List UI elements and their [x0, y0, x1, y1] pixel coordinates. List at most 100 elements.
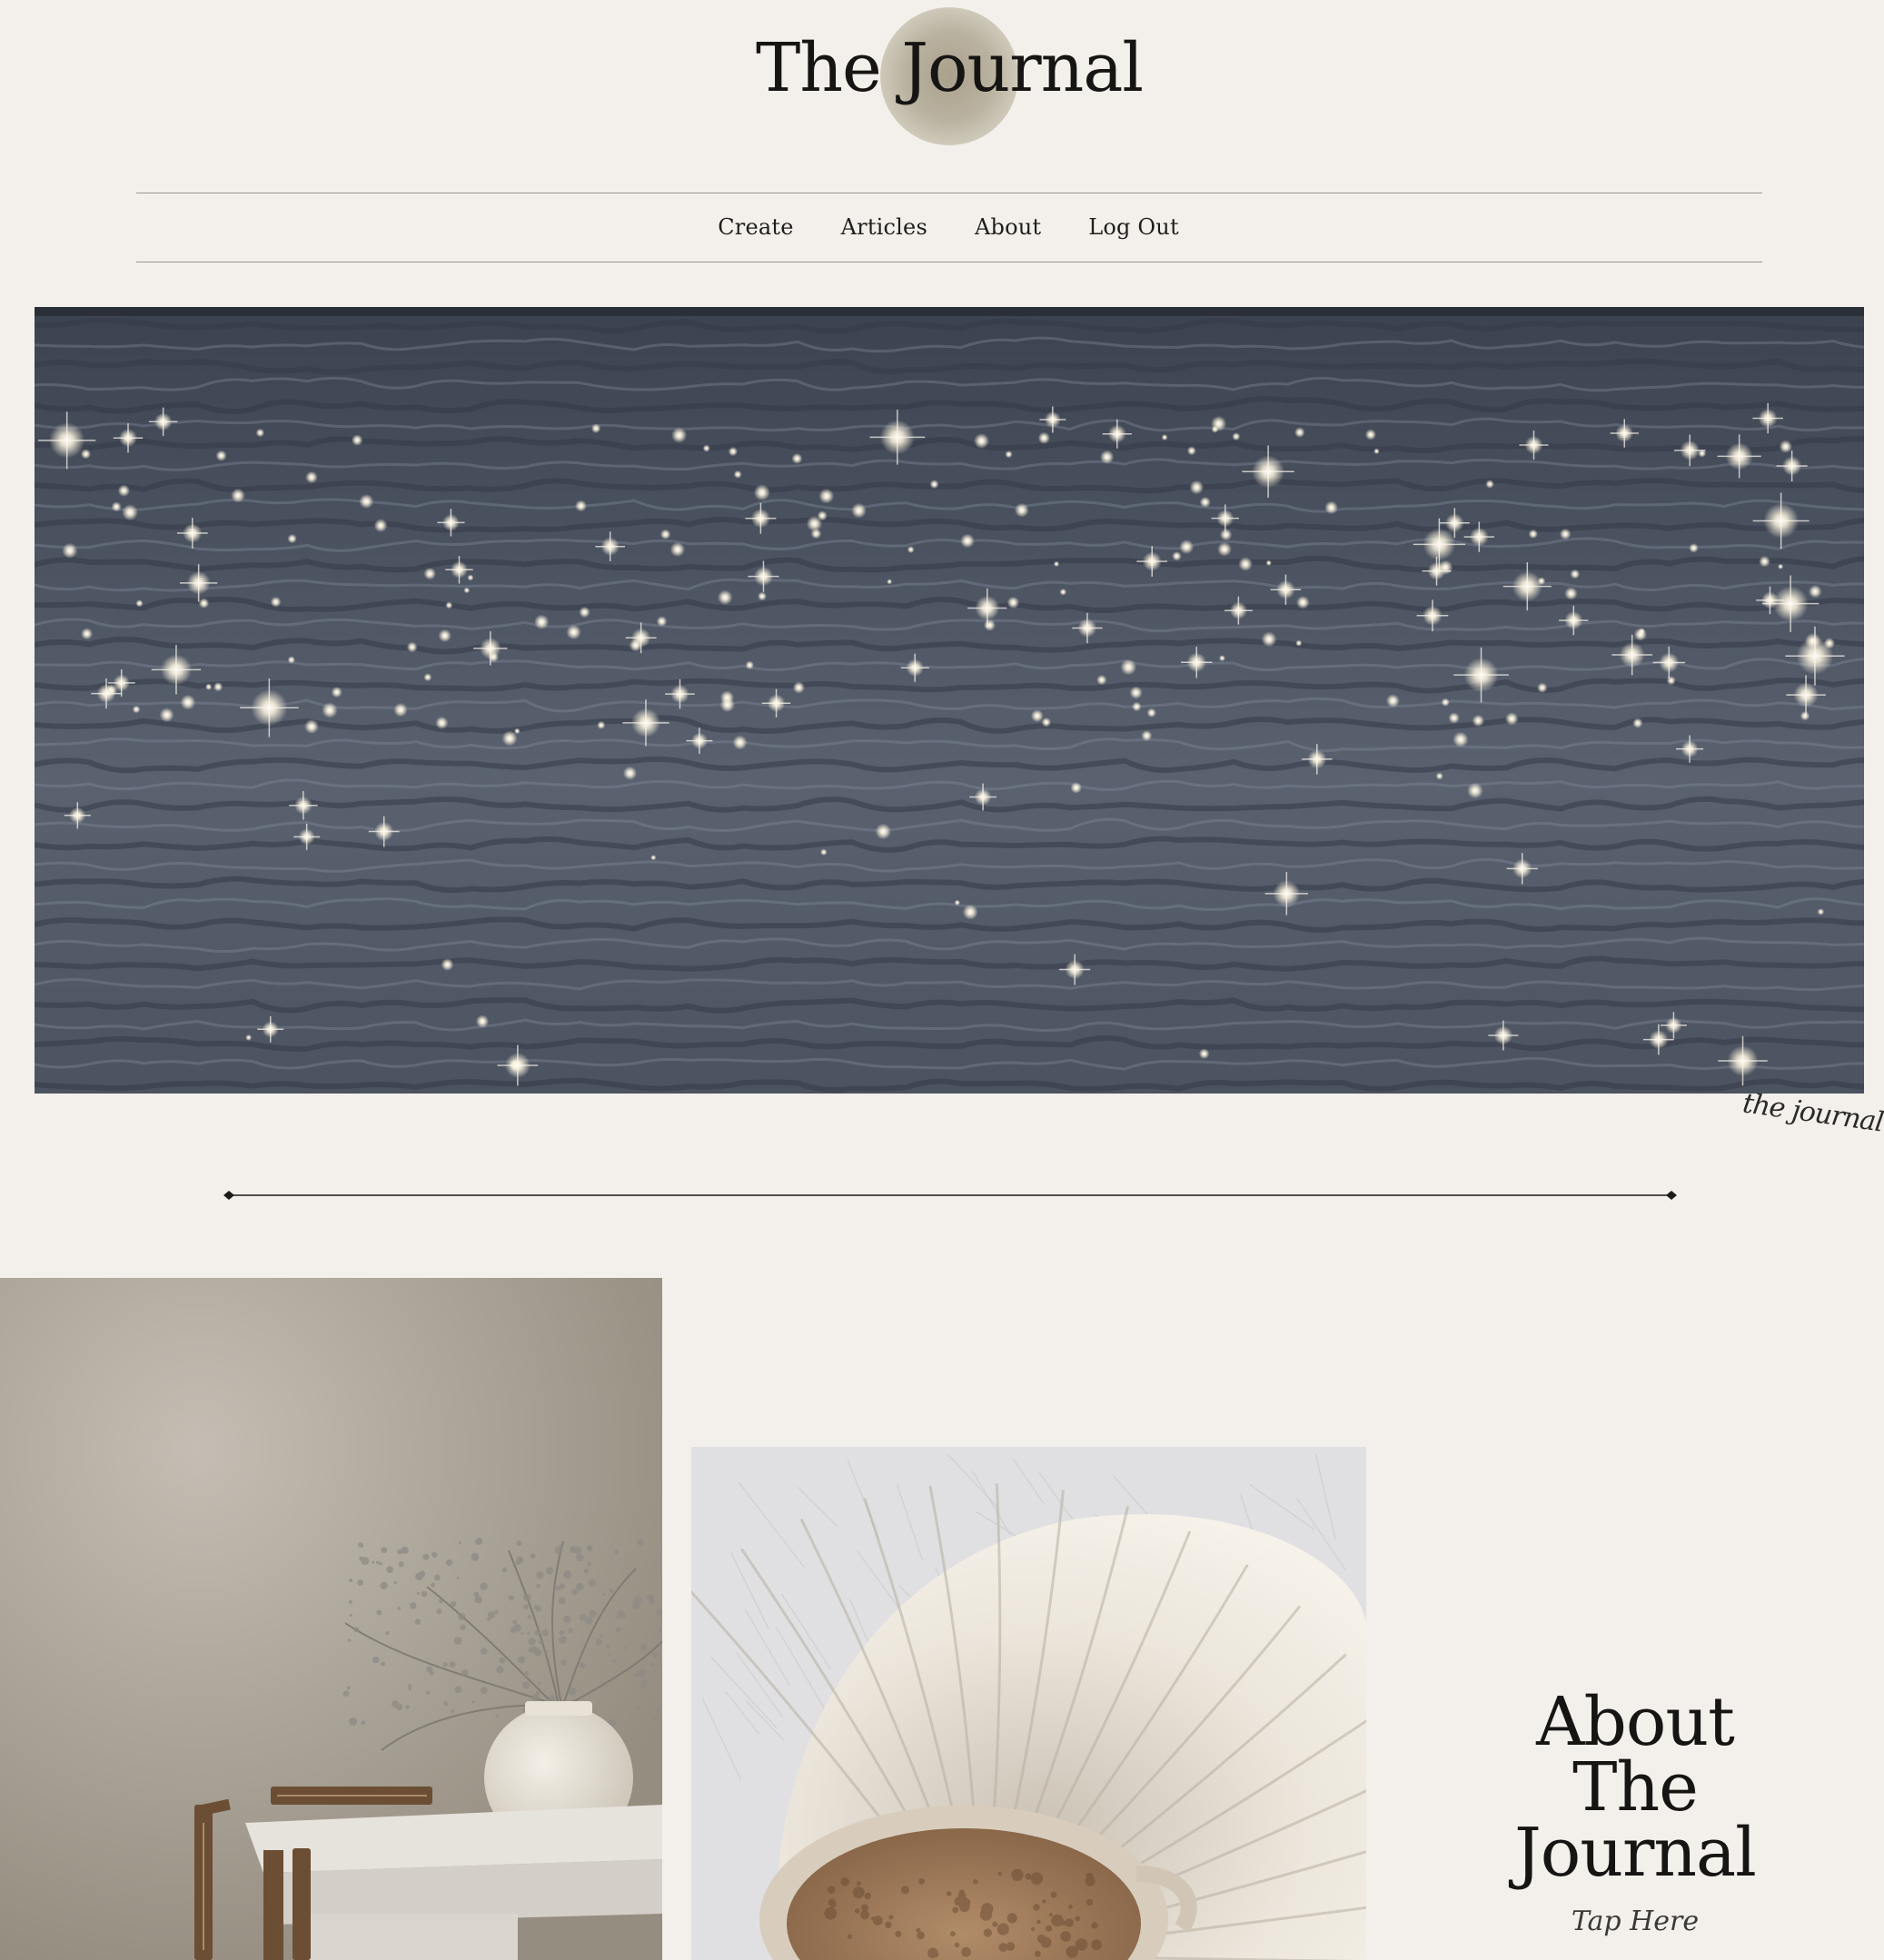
foam-bubble — [981, 1903, 994, 1915]
water-sparkle — [117, 484, 131, 497]
water-sparkle — [875, 823, 892, 840]
wave-line — [35, 517, 1864, 533]
flower-bud — [459, 1541, 462, 1545]
site-title[interactable]: The Journal — [0, 27, 1884, 109]
water-sparkle — [305, 470, 318, 484]
wave-line — [35, 1034, 1864, 1053]
nav-item-create[interactable]: Create — [718, 214, 793, 240]
foam-bubble — [901, 1886, 909, 1895]
water-sparkle — [1238, 557, 1253, 571]
water-sparkle — [929, 480, 939, 490]
water-sparkle — [132, 705, 141, 714]
flower-bud — [512, 1619, 518, 1625]
flower-bud — [456, 1577, 460, 1579]
hero-image — [35, 307, 1864, 1094]
flower-bud — [471, 1552, 480, 1561]
water-sparkle — [1014, 502, 1029, 518]
flower-bud — [346, 1686, 351, 1690]
water-sparkle — [1120, 658, 1137, 676]
water-sparkle — [1186, 446, 1196, 456]
flower-bud — [608, 1653, 610, 1657]
tap-here-link[interactable]: Tap Here — [1453, 1906, 1817, 1937]
foam-bubble — [1031, 1926, 1036, 1931]
flower-bud — [349, 1579, 353, 1582]
foam-bubble — [885, 1921, 892, 1928]
water-sparkle — [1800, 710, 1810, 721]
flower-bud — [415, 1572, 423, 1581]
flower-bud — [481, 1648, 488, 1655]
foam-bubble — [1042, 1899, 1046, 1904]
flower-bud — [358, 1542, 364, 1549]
flower-bud — [405, 1705, 410, 1709]
water-sparkle — [1295, 639, 1303, 647]
wave-line — [35, 636, 1864, 655]
nav-item-log-out[interactable]: Log Out — [1088, 214, 1179, 240]
flower-bud — [587, 1561, 592, 1567]
flower-bud — [527, 1631, 530, 1636]
foam-bubble — [852, 1886, 865, 1899]
shell-coffee-photo — [691, 1447, 1366, 1960]
water-sparkle — [331, 687, 342, 698]
flower-bud — [528, 1638, 536, 1646]
foam-bubble — [992, 1921, 998, 1927]
water-sparkle — [669, 541, 686, 558]
water-sparkle — [231, 488, 245, 503]
foam-bubble — [1050, 1891, 1057, 1898]
flower-bud — [349, 1717, 358, 1726]
water-sparkle — [287, 656, 295, 664]
flower-bud — [589, 1609, 597, 1618]
nav-item-about[interactable]: About — [975, 214, 1041, 240]
water-sparkle — [1141, 730, 1153, 741]
water-sparkle — [393, 702, 408, 718]
water-sparkle — [1129, 686, 1143, 699]
water-sparkle — [534, 614, 550, 629]
flower-bud — [523, 1604, 529, 1609]
flower-bud — [536, 1690, 541, 1696]
water-sparkle — [806, 515, 823, 532]
water-sparkle — [1179, 539, 1195, 555]
water-sparkle — [1448, 712, 1460, 724]
foam-bubble — [1065, 1918, 1074, 1927]
flower-bud — [575, 1553, 584, 1562]
water-sparkle — [732, 735, 748, 750]
flower-bud — [453, 1637, 462, 1645]
wave-line — [35, 537, 1864, 552]
flower-bud — [605, 1644, 610, 1648]
water-sparkle — [180, 694, 196, 710]
flower-bud — [471, 1700, 475, 1704]
water-sparkle — [80, 449, 92, 460]
nav-item-articles[interactable]: Articles — [841, 214, 927, 240]
flower-bud — [545, 1567, 554, 1575]
water-sparkle — [733, 470, 742, 479]
foam-bubble — [872, 1915, 883, 1925]
flower-bud — [584, 1616, 593, 1625]
water-sparkle — [423, 567, 437, 580]
flower-bud — [516, 1556, 524, 1564]
foam-bubble — [830, 1901, 837, 1908]
flower-bud — [534, 1648, 542, 1657]
flower-bud — [397, 1549, 402, 1555]
water-sparkle — [974, 433, 989, 449]
foam-bubble — [888, 1915, 894, 1920]
flower-bud — [611, 1658, 617, 1663]
water-sparkle — [406, 641, 418, 653]
water-sparkle — [1296, 596, 1310, 609]
flower-bud — [349, 1613, 352, 1617]
flower-bud — [651, 1716, 656, 1720]
logo[interactable]: The Journal — [0, 0, 1884, 182]
flower-bud — [566, 1574, 571, 1579]
wave-line — [35, 417, 1864, 432]
flower-bud — [438, 1599, 443, 1604]
flower-bud — [449, 1661, 456, 1668]
wave-line — [35, 396, 1864, 414]
flower-bud — [407, 1683, 412, 1688]
foam-bubble — [1075, 1938, 1088, 1951]
water-sparkle — [717, 589, 733, 606]
water-sparkle — [590, 423, 601, 433]
wave-line — [35, 336, 1864, 353]
water-sparkle — [962, 904, 978, 920]
flower-bud — [538, 1681, 541, 1685]
flower-bud — [385, 1631, 390, 1636]
flower-bud — [372, 1656, 380, 1664]
interior-vase-photo — [0, 1278, 662, 1960]
